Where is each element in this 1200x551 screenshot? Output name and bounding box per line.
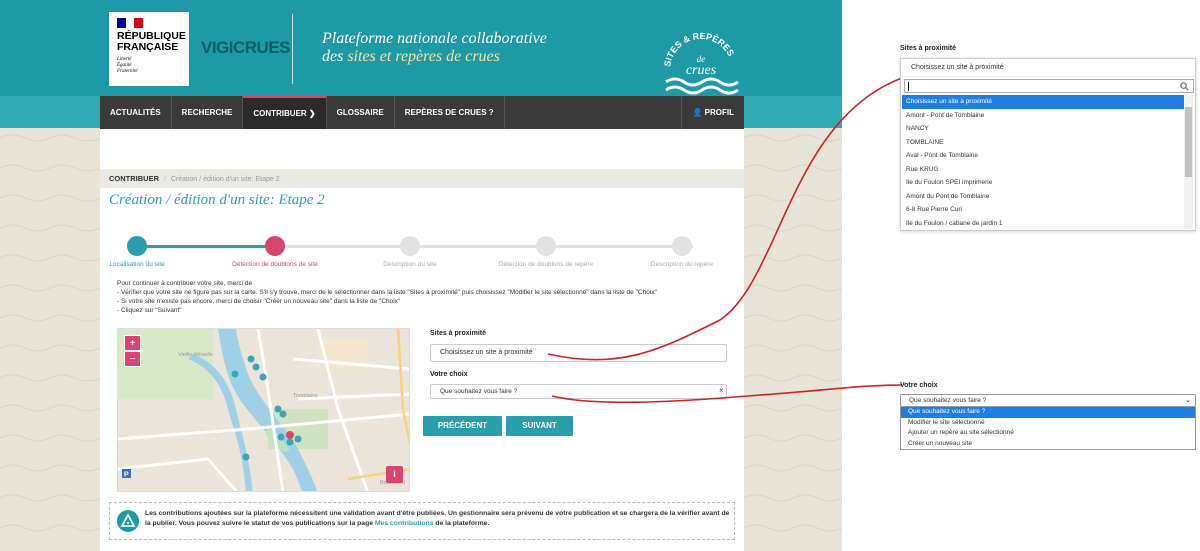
choix-select[interactable]: Que souhaitez vous faire ? [430,384,727,399]
dropdown-choix-option[interactable]: Ajouter un repère au site sélectionné [901,428,1195,439]
map-tiles: Vieille Moselle Tomblaine Boulevard P [118,329,409,491]
main-navbar: ACTUALITÉS RECHERCHE CONTRIBUER ❯ GLOSSA… [100,96,744,129]
dropdown-sites-panel: Choisissez un site à proximité Choisisse… [900,58,1196,231]
dropdown-sites-option[interactable]: Ile du Foulon SPEI imprimerie [902,176,1184,190]
step-4-dot [536,236,556,256]
dropdown-sites-option[interactable]: Amont du Pont de Tomblaine [902,190,1184,204]
wave-pattern-right [744,134,842,532]
user-icon: 👤 [692,108,703,117]
rf-motto: Liberté Égalité Fraternité [117,57,138,74]
header-separator [292,14,293,84]
dropdown-sites-options: Choisissez un site à proximité Amont - P… [902,95,1184,231]
dropdown-sites-option[interactable]: NANCY [902,122,1184,136]
nav-reperes-de-crues[interactable]: REPÈRES DE CRUES ? [395,96,505,129]
stepper-connector-done [137,245,275,248]
clear-choice-icon[interactable]: × [719,386,724,395]
nav-recherche[interactable]: RECHERCHE [172,96,244,129]
dropdown-choix-options: Que souhaitez vous faire ? Modifier le s… [900,407,1196,450]
breadcrumb: CONTRIBUER / Création / édition d'un sit… [100,169,744,188]
notice-text: Les contributions ajoutées sur la platef… [145,510,730,527]
dropdown-sites-option[interactable]: Choisissez un site à proximité [902,95,1184,109]
step-2-label: Détection de doublons de site [232,261,318,268]
stepper-connector-todo [275,245,693,248]
dropdown-sites-scrollbar[interactable] [1184,95,1193,229]
nav-profil[interactable]: 👤 PROFIL [681,96,744,129]
search-icon [1180,82,1189,91]
dropdown-choix-option[interactable]: Que souhaitez vous faire ? [901,407,1195,418]
nav-contribuer[interactable]: CONTRIBUER ❯ [243,96,327,129]
choix-label: Votre choix [430,371,468,378]
step-3-label: Description du site [383,261,437,268]
step-2-dot [265,236,285,256]
chevron-down-icon: ⌄ [1185,397,1191,404]
zoom-in-button[interactable]: + [124,335,141,351]
main-content: CONTRIBUER / Création / édition d'un sit… [100,129,744,551]
dropdown-sites-label: Sites à proximité [900,45,957,52]
step-3-dot [400,236,420,256]
step-4-label: Détection de doublons de repère [498,261,594,268]
rf-title-line2: FRANÇAISE [117,41,179,53]
dropdown-sites-current[interactable]: Choisissez un site à proximité [901,59,1195,77]
breadcrumb-current: Création / édition d'un site: Etape 2 [170,176,280,183]
instructions: Pour continuer à contribuer votre site, … [117,280,657,314]
dropdown-choix-option[interactable]: Créer un nouveau site [901,439,1195,450]
step-5-label: Description du repère [650,261,714,268]
nav-actualites[interactable]: ACTUALITÉS [100,96,172,129]
dropdown-sites-option[interactable]: Amont - Pont de Tomblaine [902,109,1184,123]
map-info-button[interactable]: i [386,466,403,483]
sites-select[interactable]: Choisissez un site à proximité [430,344,727,362]
dropdown-choix-label: Votre choix [900,382,938,389]
next-button[interactable]: SUIVANT [506,416,573,436]
svg-text:crues: crues [686,63,717,78]
page-title: Création / édition d'un site: Etape 2 [109,192,325,208]
sites-reperes-crues-logo[interactable]: SITES & REPÈRES de crues [660,22,742,96]
previous-button[interactable]: PRÉCÉDENT [423,416,502,436]
vigicrues-logo[interactable]: VIGICRUES [201,38,291,58]
svg-text:Vieille Moselle: Vieille Moselle [178,352,213,358]
step-1-label: Localisation du site [109,261,165,268]
page-container: RÉPUBLIQUE FRANÇAISE Liberté Égalité Frate… [100,0,744,551]
step-5-dot [672,236,692,256]
chevron-down-icon: ❯ [308,109,316,118]
dropdown-choix-option[interactable]: Modifier le site sélectionné [901,418,1195,429]
dropdown-sites-option[interactable]: TOMBLAINE [902,136,1184,150]
dropdown-sites-option[interactable]: Ile du Foulon / cabane de jardin 1 [902,217,1184,231]
wave-pattern-left [0,134,100,532]
zoom-out-button[interactable]: − [124,351,141,367]
mes-contributions-link[interactable]: Mes contributions [375,520,434,527]
platform-title: Plateforme nationale collaborative des s… [322,30,547,65]
svg-text:Tomblaine: Tomblaine [293,393,318,399]
nav-glossaire[interactable]: GLOSSAIRE [327,96,395,129]
breadcrumb-root[interactable]: CONTRIBUER [109,174,159,183]
dropdown-sites-search-input[interactable] [904,79,1194,93]
french-flag-icon [117,18,144,28]
sites-label: Sites à proximité [430,330,487,337]
dropdown-sites-option[interactable]: 6-8 Rue Pierre Curi [902,203,1184,217]
dropdown-sites-option[interactable]: Aval - Pont de Tomblaine [902,149,1184,163]
warning-icon [117,510,139,532]
dropdown-choix-panel: Que souhaitez vous faire ? ⌄ Que souhait… [900,394,1196,458]
site-header: RÉPUBLIQUE FRANÇAISE Liberté Égalité Frate… [100,0,744,96]
step-1-dot [127,236,147,256]
svg-text:P: P [124,472,129,479]
republique-francaise-logo[interactable]: RÉPUBLIQUE FRANÇAISE Liberté Égalité Frate… [109,12,189,86]
dropdown-sites-option[interactable]: Rue KRUG [902,163,1184,177]
map-view[interactable]: Vieille Moselle Tomblaine Boulevard P + [117,328,410,492]
dropdown-choix-current[interactable]: Que souhaitez vous faire ? ⌄ [900,394,1196,407]
validation-notice: Les contributions ajoutées sur la platef… [109,502,735,540]
